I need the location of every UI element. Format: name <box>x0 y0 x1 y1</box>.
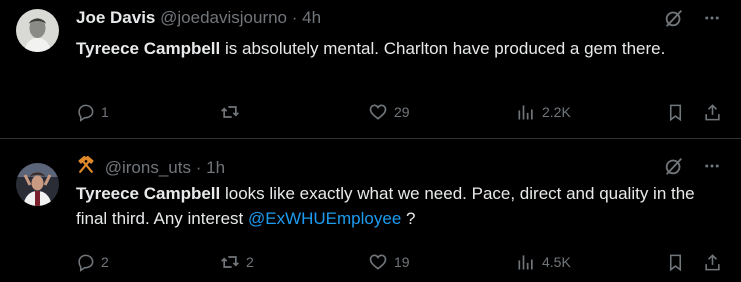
tweet-text-bold: Tyreece Campbell <box>76 39 221 58</box>
display-name[interactable]: Joe Davis <box>76 8 155 27</box>
top-icons <box>663 8 721 32</box>
grok-icon[interactable] <box>663 155 685 182</box>
like-icon <box>368 252 388 272</box>
repost-button[interactable]: 2 <box>220 250 254 274</box>
more-icon[interactable] <box>703 157 721 180</box>
tweet-text: Tyreece Campbell looks like exactly what… <box>76 181 716 231</box>
crossed-hammers-icon <box>76 155 96 182</box>
reply-count: 1 <box>101 104 109 120</box>
handle[interactable]: @joedavisjourno <box>160 8 287 27</box>
mention-link[interactable]: @ExWHUEmployee <box>248 209 401 228</box>
more-icon[interactable] <box>703 9 721 32</box>
separator: · <box>195 158 202 177</box>
tweet-text-bold: Tyreece Campbell <box>76 184 221 203</box>
avatar[interactable] <box>16 163 59 206</box>
top-icons <box>663 156 721 180</box>
repost-count: 2 <box>246 254 254 270</box>
tweet-text-end: ? <box>401 209 416 228</box>
bookmark-button[interactable] <box>666 250 685 274</box>
views-button[interactable]: 4.5K <box>516 250 571 274</box>
reply-icon <box>76 103 95 122</box>
share-icon <box>703 103 722 122</box>
share-button[interactable] <box>703 100 722 124</box>
reply-button[interactable]: 2 <box>76 250 109 274</box>
like-icon <box>368 102 388 122</box>
views-count: 4.5K <box>542 254 571 270</box>
like-count: 29 <box>394 104 410 120</box>
handle[interactable]: @irons_uts <box>105 158 191 177</box>
share-button[interactable] <box>703 250 722 274</box>
reply-button[interactable]: 1 <box>76 100 109 124</box>
bookmark-button[interactable] <box>666 100 685 124</box>
bookmark-icon <box>666 253 685 272</box>
action-bar: 2 2 19 4.5K <box>76 250 725 274</box>
separator: · <box>291 8 298 27</box>
avatar[interactable] <box>16 9 59 52</box>
reply-icon <box>76 253 95 272</box>
action-bar: 1 29 2.2K <box>76 100 725 124</box>
timestamp[interactable]: 1h <box>206 158 225 177</box>
views-icon <box>516 102 536 122</box>
views-button[interactable]: 2.2K <box>516 100 571 124</box>
share-icon <box>703 253 722 272</box>
timestamp[interactable]: 4h <box>302 8 321 27</box>
like-button[interactable]: 29 <box>368 100 410 124</box>
tweet-text: Tyreece Campbell is absolutely mental. C… <box>76 36 716 61</box>
tweet-header: Joe Davis @joedavisjourno · 4h <box>76 7 321 29</box>
views-count: 2.2K <box>542 104 571 120</box>
like-button[interactable]: 19 <box>368 250 410 274</box>
tweet-header: @irons_uts · 1h <box>76 155 225 178</box>
repost-button[interactable] <box>220 100 246 124</box>
repost-icon <box>220 102 240 122</box>
tweet[interactable]: Joe Davis @joedavisjourno · 4h Tyreece C… <box>0 0 741 139</box>
repost-icon <box>220 252 240 272</box>
like-count: 19 <box>394 254 410 270</box>
bookmark-icon <box>666 103 685 122</box>
tweet[interactable]: @irons_uts · 1h Tyreece Campbell looks l… <box>0 141 741 282</box>
views-icon <box>516 252 536 272</box>
grok-icon[interactable] <box>663 7 685 34</box>
tweet-text-rest: is absolutely mental. Charlton have prod… <box>220 39 666 58</box>
reply-count: 2 <box>101 254 109 270</box>
